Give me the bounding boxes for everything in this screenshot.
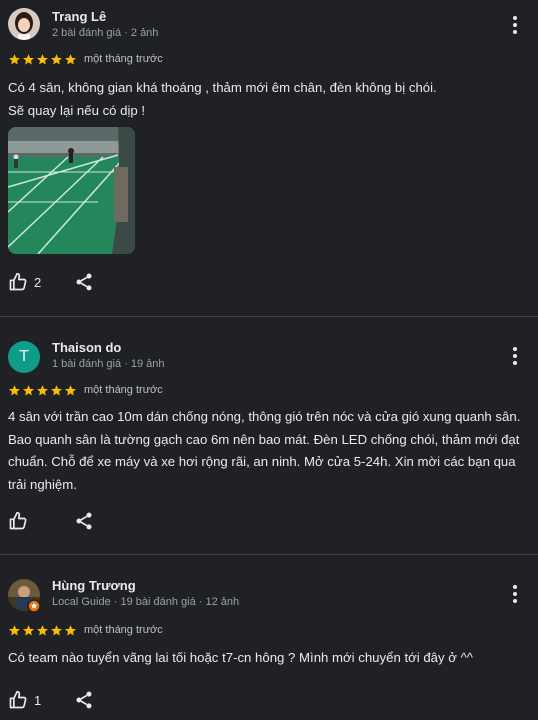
reviewer-name[interactable]: Trang Lê xyxy=(52,9,106,24)
review-card: T Thaison do 1 bài đánh giá · 19 ảnh một… xyxy=(0,317,538,554)
more-options-button[interactable] xyxy=(506,345,524,367)
reviewer-meta: 1 bài đánh giá · 19 ảnh xyxy=(52,358,165,370)
star-icon xyxy=(64,384,77,397)
reviewer-meta: 2 bài đánh giá · 2 ảnh xyxy=(52,27,159,39)
review-actions: 2 xyxy=(8,272,41,292)
like-count: 2 xyxy=(34,274,42,290)
review-card: Trang Lê 2 bài đánh giá · 2 ảnh một thán… xyxy=(0,0,538,316)
thumbs-up-icon xyxy=(8,690,28,710)
reviewer-name[interactable]: Hùng Trương xyxy=(52,578,136,593)
reviewer-meta: Local Guide · 19 bài đánh giá · 12 ảnh xyxy=(52,596,240,608)
reviewer-name[interactable]: Thaison do xyxy=(52,340,121,355)
star-icon xyxy=(50,384,63,397)
star-icon xyxy=(22,384,35,397)
star-icon xyxy=(50,53,63,66)
more-options-button[interactable] xyxy=(506,14,524,36)
review-actions: 1 xyxy=(8,690,41,710)
star-icon xyxy=(64,624,77,637)
share-icon[interactable] xyxy=(74,690,94,710)
like-button[interactable]: 1 xyxy=(8,690,41,710)
review-text: Có 4 sân, không gian khá thoáng , thảm m… xyxy=(8,77,526,122)
thumbs-up-icon xyxy=(8,511,28,531)
share-icon[interactable] xyxy=(74,272,94,292)
review-time: một tháng trước xyxy=(84,53,163,65)
star-icon xyxy=(36,384,49,397)
review-text: Có team nào tuyển vãng lai tối hoặc t7-c… xyxy=(8,650,473,665)
review-time: một tháng trước xyxy=(84,384,163,396)
more-options-button[interactable] xyxy=(506,583,524,605)
star-rating xyxy=(8,384,77,397)
avatar-letter: T xyxy=(19,348,29,365)
review-actions xyxy=(8,511,34,531)
review-card: Hùng Trương Local Guide · 19 bài đánh gi… xyxy=(0,555,538,720)
review-text: 4 sân với trần cao 10m dán chống nóng, t… xyxy=(8,409,521,492)
star-icon xyxy=(8,384,21,397)
star-icon xyxy=(36,624,49,637)
star-icon xyxy=(8,624,21,637)
star-icon xyxy=(50,624,63,637)
like-button[interactable]: 2 xyxy=(8,272,41,292)
star-icon xyxy=(22,624,35,637)
avatar[interactable] xyxy=(8,579,41,613)
review-text-line: Có 4 sân, không gian khá thoáng , thảm m… xyxy=(8,80,437,95)
review-time: một tháng trước xyxy=(84,624,163,636)
star-icon xyxy=(8,53,21,66)
avatar[interactable]: T xyxy=(8,341,40,373)
thumbs-up-icon xyxy=(8,272,28,292)
star-icon xyxy=(36,53,49,66)
star-icon xyxy=(64,53,77,66)
avatar[interactable] xyxy=(8,8,40,40)
star-icon xyxy=(22,53,35,66)
star-rating xyxy=(8,624,77,637)
review-photo[interactable] xyxy=(8,127,135,254)
review-text-line: Sẽ quay lại nếu có dịp ! xyxy=(8,102,146,118)
like-button[interactable] xyxy=(8,511,34,531)
like-count: 1 xyxy=(34,692,42,708)
star-rating xyxy=(8,53,77,66)
share-icon[interactable] xyxy=(74,511,94,531)
